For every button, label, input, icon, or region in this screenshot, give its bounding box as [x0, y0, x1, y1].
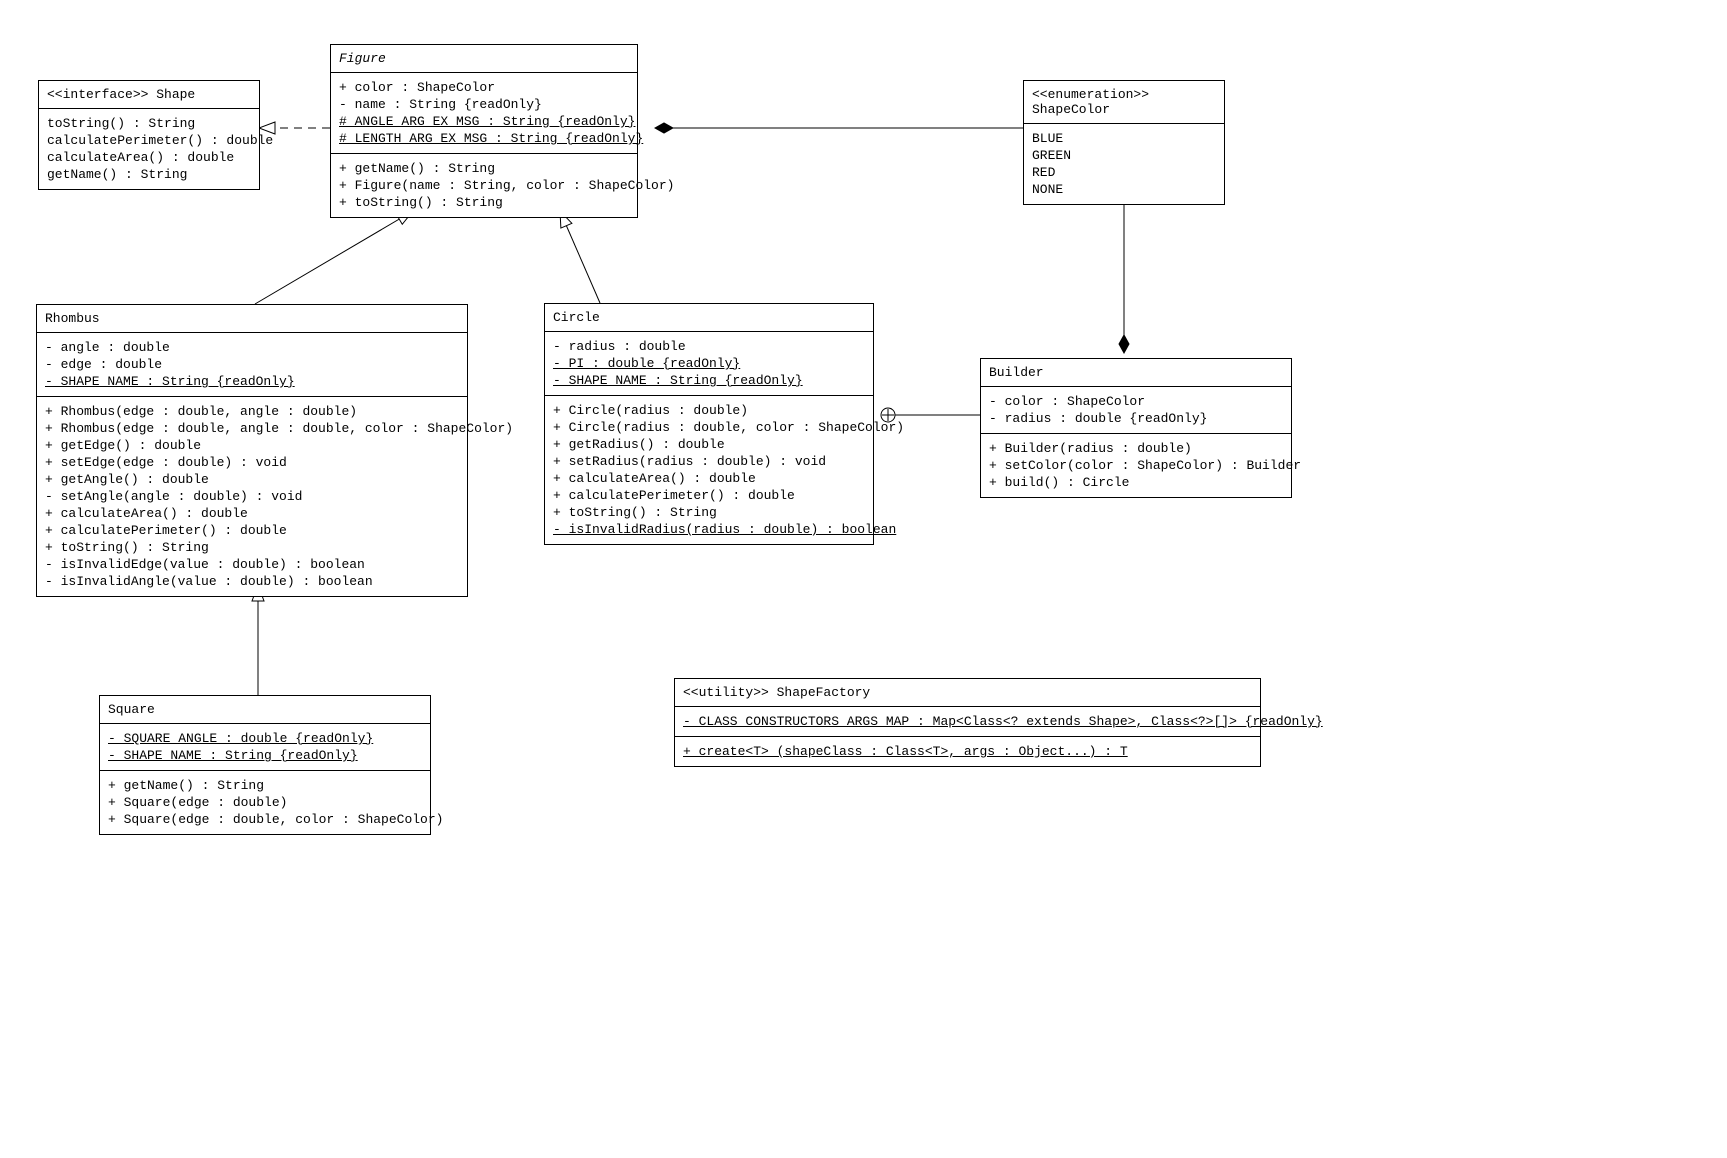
class-name-square: Square	[100, 696, 430, 724]
class-rhombus: Rhombus - angle : double - edge : double…	[36, 304, 468, 597]
ops-shape: toString() : String calculatePerimeter()…	[39, 109, 259, 189]
class-shape: <<interface>> Shape toString() : String …	[38, 80, 260, 190]
class-figure: Figure + color : ShapeColor - name : Str…	[330, 44, 638, 218]
class-name-circle: Circle	[545, 304, 873, 332]
attrs-circle: - radius : double - PI : double {readOnl…	[545, 332, 873, 396]
values-shapecolor: BLUE GREEN RED NONE	[1024, 124, 1224, 204]
class-name-shapefactory: <<utility>> ShapeFactory	[675, 679, 1260, 707]
ops-circle: + Circle(radius : double) + Circle(radiu…	[545, 396, 873, 544]
attrs-rhombus: - angle : double - edge : double - SHAPE…	[37, 333, 467, 397]
class-name-shape: <<interface>> Shape	[39, 81, 259, 109]
class-circle: Circle - radius : double - PI : double {…	[544, 303, 874, 545]
attrs-square: - SQUARE_ANGLE : double {readOnly} - SHA…	[100, 724, 430, 771]
class-shapefactory: <<utility>> ShapeFactory - CLASS_CONSTRU…	[674, 678, 1261, 767]
ops-figure: + getName() : String + Figure(name : Str…	[331, 154, 637, 217]
uml-canvas: <<interface>> Shape toString() : String …	[0, 0, 1727, 1158]
class-name-builder: Builder	[981, 359, 1291, 387]
class-name-shapecolor: <<enumeration>> ShapeColor	[1024, 81, 1224, 124]
ops-rhombus: + Rhombus(edge : double, angle : double)…	[37, 397, 467, 596]
ops-square: + getName() : String + Square(edge : dou…	[100, 771, 430, 834]
attrs-figure: + color : ShapeColor - name : String {re…	[331, 73, 637, 154]
ops-shapefactory: + create<T> (shapeClass : Class<T>, args…	[675, 737, 1260, 766]
class-name-rhombus: Rhombus	[37, 305, 467, 333]
class-name-figure: Figure	[331, 45, 637, 73]
class-square: Square - SQUARE_ANGLE : double {readOnly…	[99, 695, 431, 835]
class-shapecolor: <<enumeration>> ShapeColor BLUE GREEN RE…	[1023, 80, 1225, 205]
ops-builder: + Builder(radius : double) + setColor(co…	[981, 434, 1291, 497]
attrs-shapefactory: - CLASS_CONSTRUCTORS_ARGS_MAP : Map<Clas…	[675, 707, 1260, 737]
class-builder: Builder - color : ShapeColor - radius : …	[980, 358, 1292, 498]
attrs-builder: - color : ShapeColor - radius : double {…	[981, 387, 1291, 434]
